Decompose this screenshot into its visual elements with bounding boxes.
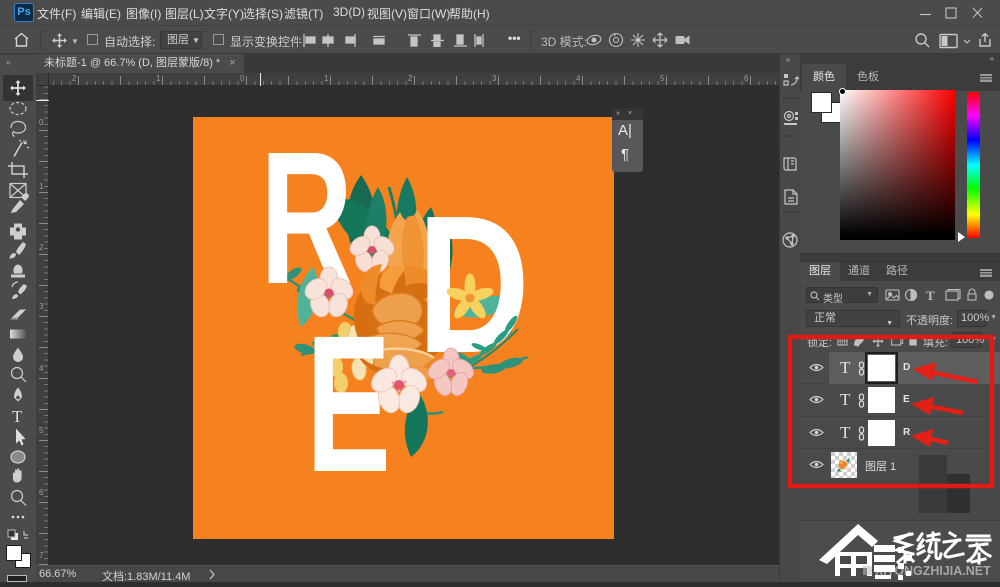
svg-text:T: T — [926, 288, 935, 302]
svg-text:E: E — [306, 295, 391, 513]
svg-text:T: T — [12, 407, 23, 426]
svg-text:XITONGZHIJIA.NET: XITONGZHIJIA.NET — [875, 564, 991, 578]
